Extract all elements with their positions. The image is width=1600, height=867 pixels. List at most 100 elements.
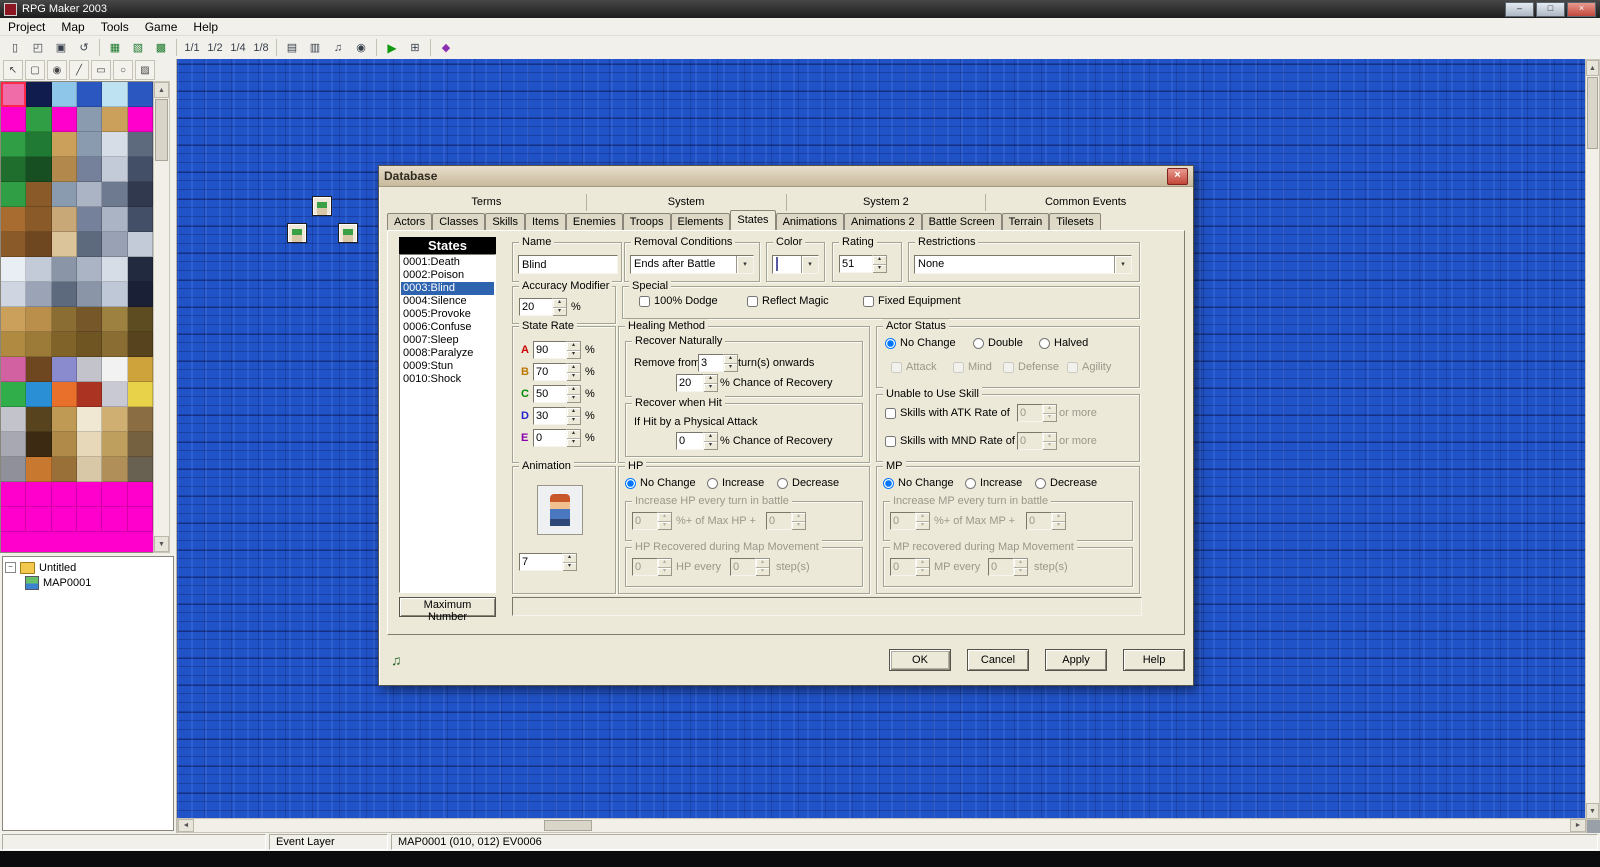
palette-tile[interactable] [77,132,102,157]
palette-tile[interactable] [102,457,127,482]
maximize-icon[interactable]: □ [1536,2,1565,17]
palette-tile[interactable] [26,82,51,107]
palette-tile[interactable] [102,482,127,507]
palette-tile[interactable] [26,207,51,232]
list-item[interactable]: 0005:Provoke [401,308,494,321]
actor-status-halved-radio[interactable]: Halved [1039,337,1088,349]
map-event[interactable] [338,223,358,243]
palette-tile[interactable] [77,257,102,282]
menu-tools[interactable]: Tools [93,19,137,35]
dialog-titlebar[interactable]: Database × [379,166,1193,187]
palette-tile[interactable] [52,357,77,382]
palette-tile[interactable] [52,182,77,207]
palette-tile[interactable] [26,182,51,207]
resource-manager-icon[interactable]: ▥ [304,38,326,58]
lower-layer-icon[interactable]: ▦ [104,38,126,58]
palette-tile[interactable] [26,307,51,332]
palette-tile[interactable] [52,282,77,307]
list-item[interactable]: 0004:Silence [401,295,494,308]
accuracy-stepper[interactable]: 20 ▴▾ [519,298,567,316]
rectangle-tool-icon[interactable]: ▭ [91,60,111,80]
palette-tile[interactable] [102,307,127,332]
palette-tile[interactable] [102,82,127,107]
palette-tile[interactable] [102,357,127,382]
zoom-1-1-button[interactable]: 1/1 [181,38,203,58]
mp-map-v1-stepper[interactable]: 0▴▾ [890,558,930,576]
palette-tile[interactable] [1,82,26,107]
palette-tile[interactable] [77,107,102,132]
palette-tile[interactable] [102,107,127,132]
spin-down-icon[interactable]: ▾ [553,308,566,316]
palette-tile[interactable] [1,332,26,357]
scroll-left-icon[interactable]: ◄ [178,819,194,832]
tab-skills[interactable]: Skills [485,213,525,230]
palette-tile[interactable] [1,357,26,382]
palette-tile[interactable] [1,432,26,457]
attack-checkbox[interactable]: Attack [891,361,937,373]
atk-rate-checkbox[interactable]: Skills with ATK Rate of [885,407,1010,419]
palette-tile[interactable] [52,507,77,532]
spin-down-icon[interactable]: ▾ [756,568,769,576]
palette-tile[interactable] [52,482,77,507]
dialog-close-icon[interactable]: × [1167,168,1188,185]
menu-help[interactable]: Help [185,19,226,35]
mp-increase-radio[interactable]: Increase [965,477,1022,489]
palette-tile[interactable] [26,407,51,432]
palette-tile[interactable] [102,332,127,357]
hp-map-v2-stepper[interactable]: 0▴▾ [730,558,770,576]
spin-down-icon[interactable]: ▾ [916,522,929,530]
palette-tile[interactable] [128,82,153,107]
state-name-input[interactable] [518,255,618,274]
spin-down-icon[interactable]: ▾ [792,522,805,530]
list-item[interactable]: 0009:Stun [401,360,494,373]
palette-tile[interactable] [128,282,153,307]
spin-up-icon[interactable]: ▴ [1052,513,1065,522]
actor-status-double-radio[interactable]: Double [973,337,1023,349]
spin-down-icon[interactable]: ▾ [704,442,717,450]
rate-c-stepper[interactable]: 50▴▾ [533,385,581,403]
palette-tile[interactable] [26,232,51,257]
palette-tile[interactable] [52,82,77,107]
palette-tile[interactable] [102,382,127,407]
help-button[interactable]: Help [1123,649,1185,671]
minimize-icon[interactable]: – [1505,2,1534,17]
spin-down-icon[interactable]: ▾ [658,568,671,576]
maximum-number-button[interactable]: Maximum Number [399,597,496,617]
palette-tile[interactable] [102,257,127,282]
palette-tile[interactable] [77,507,102,532]
tab-terms[interactable]: Terms [387,194,587,211]
palette-tile[interactable] [128,332,153,357]
palette-tile[interactable] [26,432,51,457]
zoom-1-4-button[interactable]: 1/4 [227,38,249,58]
palette-tile[interactable] [26,457,51,482]
map-event[interactable] [287,223,307,243]
states-listbox[interactable]: 0001:Death 0002:Poison 0003:Blind 0004:S… [399,254,496,593]
restrictions-select[interactable]: None ▾ [914,255,1132,274]
palette-tile[interactable] [1,257,26,282]
spin-up-icon[interactable]: ▴ [567,386,580,395]
spin-up-icon[interactable]: ▴ [724,355,737,364]
palette-tile[interactable] [77,457,102,482]
animation-stepper[interactable]: 7▴▾ [519,553,577,571]
mp-battle-v1-stepper[interactable]: 0▴▾ [890,512,930,530]
palette-tile[interactable] [77,82,102,107]
tab-states[interactable]: States [730,210,775,230]
palette-tile[interactable] [77,232,102,257]
palette-tile[interactable] [52,257,77,282]
palette-tile[interactable] [26,332,51,357]
palette-tile[interactable] [102,182,127,207]
palette-tile[interactable] [128,182,153,207]
palette-tile[interactable] [77,482,102,507]
palette-tile[interactable] [77,357,102,382]
spin-up-icon[interactable]: ▴ [567,342,580,351]
new-project-icon[interactable]: ▯ [4,38,26,58]
spin-up-icon[interactable]: ▴ [873,256,886,265]
scroll-thumb[interactable] [544,820,592,831]
palette-tile[interactable] [26,257,51,282]
palette-tile[interactable] [1,482,26,507]
natural-chance-stepper[interactable]: 20▴▾ [676,374,718,392]
tab-animations2[interactable]: Animations 2 [844,213,922,230]
zoom-1-2-button[interactable]: 1/2 [204,38,226,58]
actor-status-no-change-radio[interactable]: No Change [885,337,956,349]
spin-down-icon[interactable]: ▾ [567,395,580,403]
